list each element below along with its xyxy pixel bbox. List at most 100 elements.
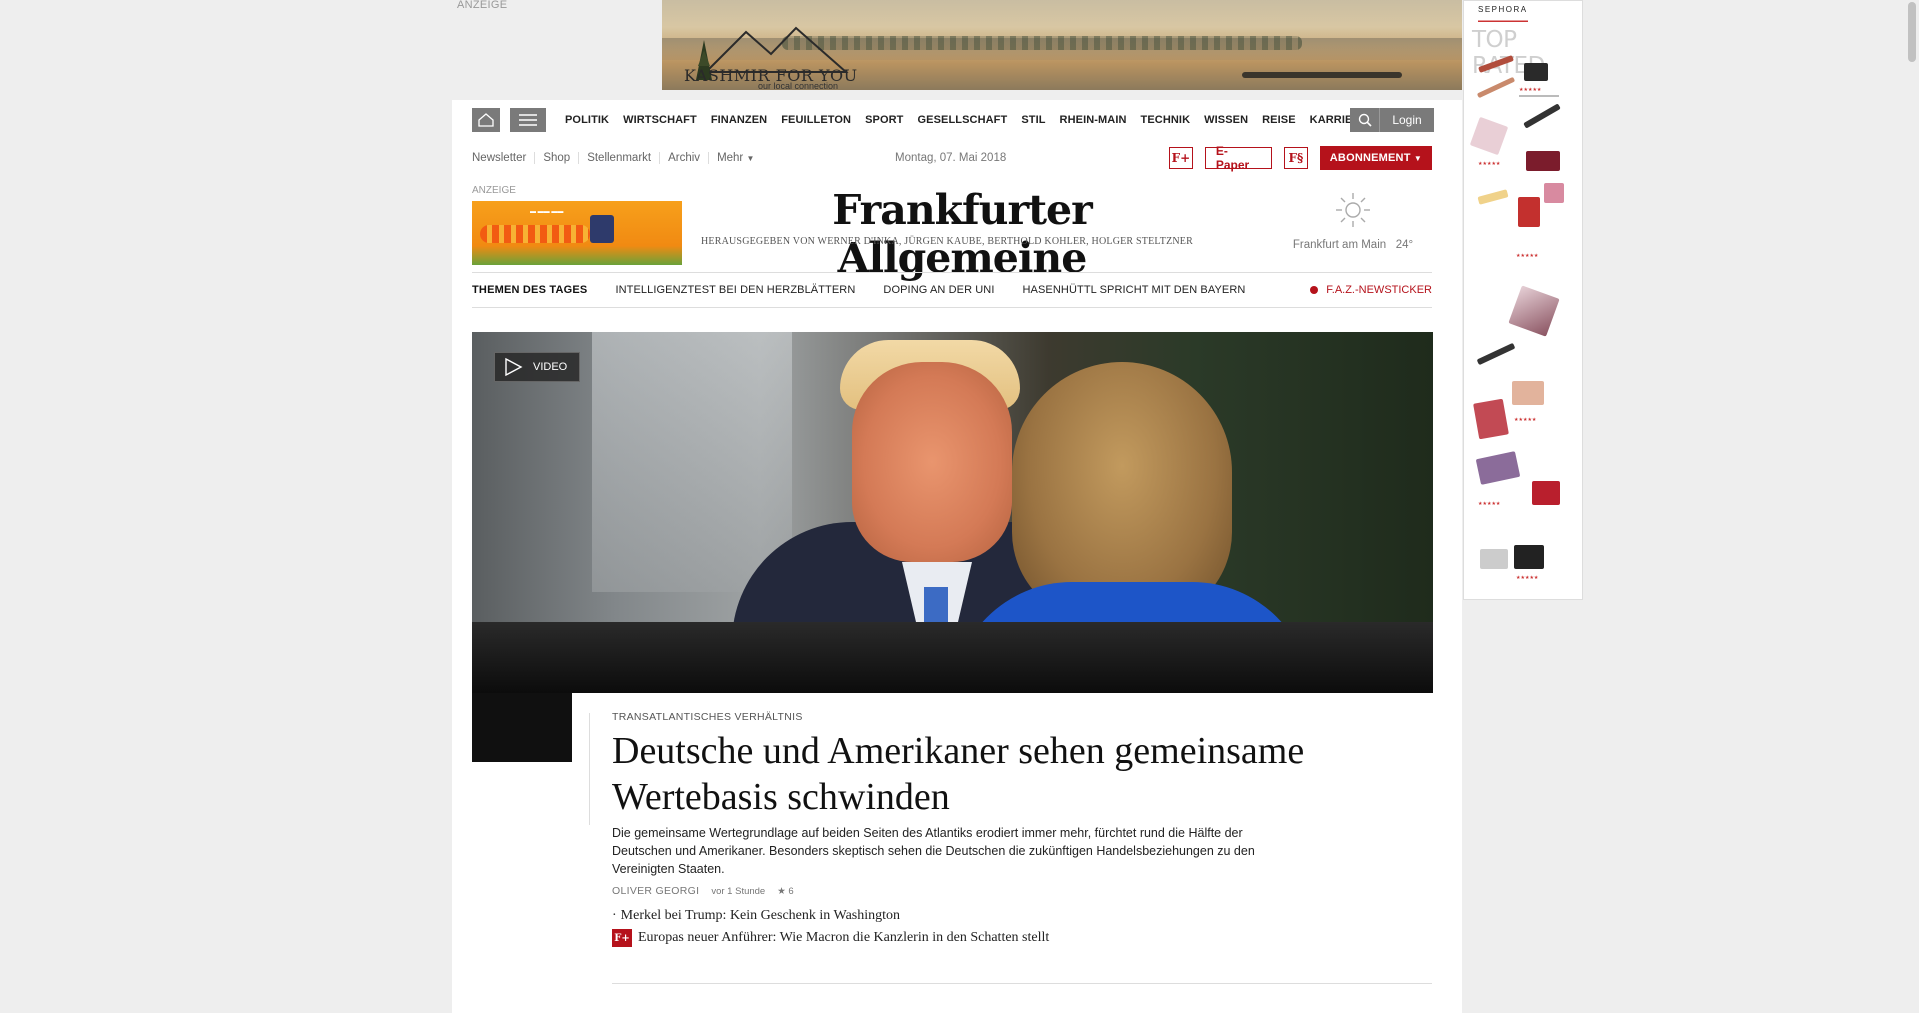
masthead-publishers: HERAUSGEGEBEN VON WERNER D'INKA, JÜRGEN …: [700, 236, 1193, 247]
product-image: [1524, 63, 1548, 81]
link-stellenmarkt[interactable]: Stellenmarkt: [578, 152, 659, 164]
link-archiv[interactable]: Archiv: [659, 152, 708, 164]
related-link-text: Merkel bei Trump: Kein Geschenk in Washi…: [620, 908, 901, 923]
rating-stars: ★★★★★: [1514, 417, 1537, 423]
nav-technik[interactable]: TECHNIK: [1141, 114, 1191, 126]
search-login-group: Login: [1350, 108, 1434, 132]
photo-foreground: [472, 622, 1433, 693]
product-image: [1473, 398, 1509, 440]
nav-sport[interactable]: SPORT: [865, 114, 903, 126]
product-image: [1518, 197, 1540, 227]
bullet-icon: ·: [612, 908, 617, 923]
subscription-tools: F+ E-Paper F§ ABONNEMENT ▼: [1169, 144, 1433, 172]
link-shop[interactable]: Shop: [534, 152, 578, 164]
product-image: [1523, 103, 1561, 129]
article-teaser[interactable]: Die gemeinsame Wertegrundlage auf beiden…: [612, 824, 1292, 878]
rating-stars: ★★★★★: [1516, 575, 1539, 581]
sky-subline: ▬▬▬▬▬▬▬▬▬▬: [1478, 18, 1528, 24]
nav-stil[interactable]: STIL: [1021, 114, 1045, 126]
topics-label: THEMEN DES TAGES: [472, 284, 588, 296]
service-links: Newsletter Shop Stellenmarkt Archiv Mehr…: [472, 152, 762, 164]
topic-link[interactable]: DOPING AN DER UNI: [883, 284, 994, 296]
rating-stars: ★★★★★: [1519, 87, 1542, 93]
product-image: [1508, 285, 1560, 337]
newspaper-logo[interactable]: Frankfurter Allgemeine: [762, 186, 1162, 282]
video-label: VIDEO: [533, 361, 568, 373]
video-badge[interactable]: VIDEO: [494, 352, 581, 382]
divider: [589, 713, 590, 825]
search-button[interactable]: [1350, 108, 1380, 132]
ad-snack-image: [480, 225, 590, 243]
product-image: [1476, 342, 1516, 366]
nav-finanzen[interactable]: FINANZEN: [711, 114, 767, 126]
article-kicker: TRANSATLANTISCHES VERHÄLTNIS: [612, 711, 803, 723]
comment-count-value: 6: [788, 885, 794, 897]
weather-city: Frankfurt am Main: [1292, 239, 1387, 251]
menu-button[interactable]: [510, 108, 546, 132]
product-image: [1480, 549, 1508, 569]
article-author[interactable]: OLIVER GEORGI: [612, 885, 699, 897]
play-icon: [505, 357, 523, 377]
caret-down-icon: ▼: [746, 154, 755, 163]
newsticker-link[interactable]: F.A.Z.-NEWSTICKER: [1310, 284, 1432, 296]
mehr-label: Mehr: [717, 152, 744, 164]
topic-link[interactable]: HASENHÜTTL SPRICHT MIT DEN BAYERN: [1023, 284, 1246, 296]
sun-icon: [1336, 193, 1370, 227]
product-image: [1476, 76, 1516, 99]
nav-rhein-main[interactable]: RHEIN-MAIN: [1060, 114, 1127, 126]
nav-feuilleton[interactable]: FEUILLETON: [781, 114, 851, 126]
hero-image-edge: [472, 693, 572, 762]
weather-widget[interactable]: Frankfurt am Main 24°: [1288, 190, 1418, 251]
nav-politik[interactable]: POLITIK: [565, 114, 609, 126]
scrollbar-thumb[interactable]: [1908, 2, 1916, 62]
link-newsletter[interactable]: Newsletter: [472, 152, 534, 164]
product-image: [1532, 481, 1560, 505]
weather-location: Frankfurt am Main 24°: [1288, 239, 1418, 251]
home-icon: [478, 113, 494, 127]
rating-stars: ★★★★★: [1478, 161, 1501, 167]
topics-of-the-day: THEMEN DES TAGES INTELLIGENZTEST BEI DEN…: [472, 272, 1432, 308]
epaper-button[interactable]: E-Paper: [1204, 144, 1272, 172]
product-image: [1477, 189, 1509, 205]
nav-reise[interactable]: REISE: [1262, 114, 1296, 126]
hamburger-icon: [519, 114, 537, 126]
comment-count[interactable]: ★ 6: [777, 886, 793, 897]
banner-ad[interactable]: KASHMIR FOR YOU our local connection: [662, 0, 1462, 90]
skyscraper-ad[interactable]: SEPHORA ▬▬▬▬▬▬▬▬▬▬ TOP RATED ★★★★★ ★★★★★…: [1463, 0, 1583, 600]
related-link[interactable]: · Merkel bei Trump: Kein Geschenk in Was…: [612, 908, 1312, 924]
ad-label: ANZEIGE: [472, 185, 516, 196]
rating-stars: ★★★★★: [1478, 501, 1501, 507]
weather-temperature: 24°: [1395, 239, 1414, 251]
star-icon: ★: [777, 885, 786, 897]
article-meta: OLIVER GEORGI vor 1 Stunde ★ 6: [612, 885, 794, 897]
product-image: [1544, 183, 1564, 203]
photo-background: [592, 332, 792, 592]
login-button[interactable]: Login: [1380, 113, 1434, 127]
ad-product-can: [590, 215, 614, 243]
sky-brand: SEPHORA: [1478, 5, 1528, 14]
link-mehr[interactable]: Mehr ▼: [708, 152, 762, 164]
nav-wissen[interactable]: WISSEN: [1204, 114, 1248, 126]
related-link[interactable]: F+ Europas neuer Anführer: Wie Macron di…: [612, 929, 1312, 947]
page-container: POLITIK WIRTSCHAFT FINANZEN FEUILLETON S…: [452, 100, 1462, 1013]
banner-boat: [1242, 72, 1402, 78]
subscription-label: ABONNEMENT: [1329, 152, 1411, 164]
divider: [612, 983, 1432, 984]
nav-wirtschaft[interactable]: WIRTSCHAFT: [623, 114, 697, 126]
product-image: [1514, 545, 1544, 569]
banner-tagline: our local connection: [758, 81, 839, 90]
ad-slogan: ▬ ▬▬ ▬▬: [530, 209, 564, 215]
nav-gesellschaft[interactable]: GESELLSCHAFT: [918, 114, 1008, 126]
product-image: [1469, 116, 1509, 156]
sonntagszeitung-icon[interactable]: F§: [1283, 147, 1308, 169]
article-headline[interactable]: Deutsche und Amerikaner sehen gemeinsame…: [612, 728, 1332, 820]
hero-video-image[interactable]: VIDEO: [472, 332, 1433, 693]
home-button[interactable]: [472, 108, 500, 132]
live-dot-icon: [1310, 286, 1319, 294]
newsticker-label: F.A.Z.-NEWSTICKER: [1326, 284, 1432, 296]
related-link-text: Europas neuer Anführer: Wie Macron die K…: [638, 930, 1050, 945]
topic-link[interactable]: INTELLIGENZTEST BEI DEN HERZBLÄTTERN: [615, 284, 855, 296]
subscription-button[interactable]: ABONNEMENT ▼: [1319, 146, 1433, 170]
sponsor-ad[interactable]: ▬ ▬▬ ▬▬: [472, 201, 682, 265]
faz-plus-icon[interactable]: F+: [1169, 147, 1193, 169]
